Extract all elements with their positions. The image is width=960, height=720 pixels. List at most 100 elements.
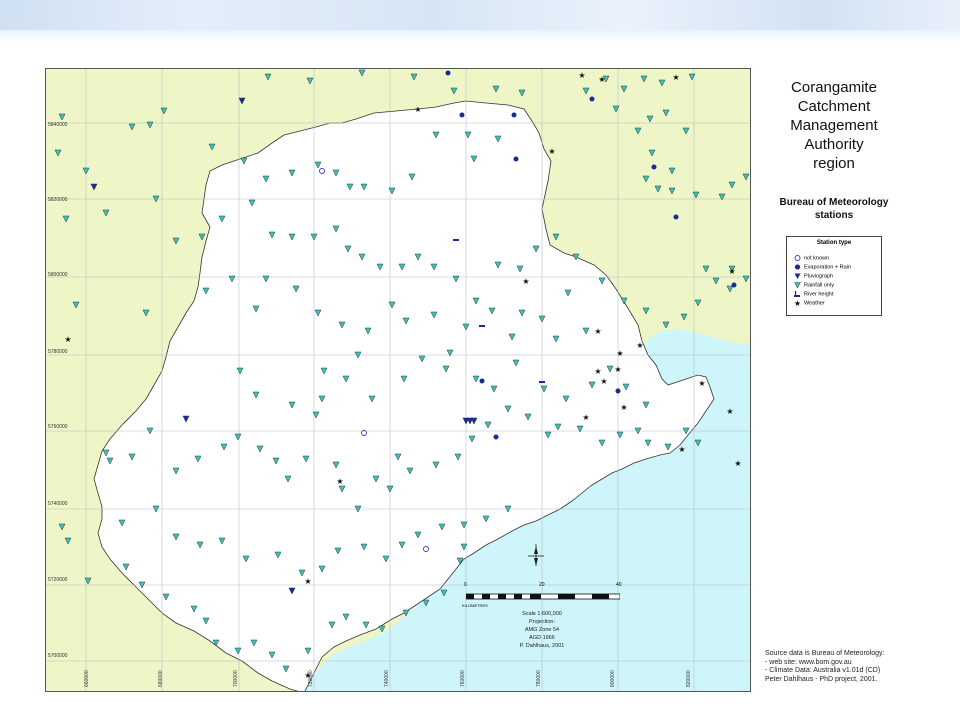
easting-label: 760000 [460, 670, 466, 687]
weather-station-marker: ★ [636, 341, 643, 350]
scale-text-1: Scale 1:600,000 [522, 611, 562, 617]
title-line: Corangamite [791, 79, 877, 96]
evaporation-station-marker [511, 112, 517, 118]
scale-text-5: P. Dahlhaus, 2001 [519, 643, 565, 649]
legend-item-not-known: not known [793, 254, 829, 262]
scale-label-40: 40 [616, 582, 622, 588]
evaporation-station-marker [673, 214, 679, 220]
weather-station-marker: ★ [548, 147, 555, 156]
northing-label: 5840000 [48, 122, 68, 128]
weather-station-marker: ★ [728, 267, 735, 276]
subtitle-line: Bureau of Meteorology [779, 197, 889, 208]
easting-label: 800000 [610, 670, 616, 687]
filled-triangle-icon [794, 273, 801, 279]
weather-station-marker: ★ [672, 73, 679, 82]
weather-station-marker: ★ [64, 335, 71, 344]
north-arrow-icon: N [528, 544, 544, 566]
map-title: Corangamite Catchment Management Authori… [766, 78, 902, 173]
easting-label: 660000 [84, 670, 90, 687]
weather-station-marker: ★ [594, 327, 601, 336]
northing-label: 5700000 [48, 653, 68, 659]
source-line: - Climate Data: Australia v1.01d (CD) [765, 667, 881, 674]
legend-label: not known [804, 255, 830, 262]
easting-label: 820000 [686, 670, 692, 687]
source-line: Peter Dahlhaus - PhD project, 2001. [765, 675, 878, 683]
scale-unit: KILOMETRES [462, 603, 488, 608]
header-banner [0, 0, 960, 42]
scale-label-20: 20 [539, 582, 545, 588]
northing-label: 5820000 [48, 197, 68, 203]
source-line: Source data is Bureau of Meteorology: [765, 650, 885, 657]
easting-label: 780000 [536, 670, 542, 687]
legend-item-weather: ★ Weather [793, 299, 825, 307]
scale-label-0: 0 [464, 582, 467, 588]
teal-triangle-icon [794, 282, 801, 289]
legend-item-rainfall: Rainfall only [793, 281, 834, 289]
svg-text:★: ★ [794, 299, 801, 307]
evaporation-station-marker [493, 434, 499, 440]
legend-label: River height [804, 291, 834, 298]
legend-label: Pluviograph [804, 273, 834, 280]
subtitle-line: stations [814, 210, 854, 221]
northing-label: 5800000 [48, 272, 68, 278]
easting-label: 680000 [158, 670, 164, 687]
northing-label: 5720000 [48, 577, 68, 583]
weather-station-marker: ★ [304, 577, 311, 586]
river-height-marker [539, 381, 545, 383]
evaporation-station-marker [445, 70, 451, 76]
northing-label: 5760000 [48, 424, 68, 430]
weather-station-marker: ★ [678, 445, 685, 454]
scale-bar: 0 20 40 KILOMETRES Scale 1:600,000 Proje… [462, 582, 622, 660]
map-subtitle: Bureau of Meteorology stations [762, 196, 906, 222]
weather-station-marker: ★ [616, 349, 623, 358]
weather-station-marker: ★ [698, 379, 705, 388]
scale-text-2: Projection: [529, 619, 555, 625]
weather-station-marker: ★ [578, 71, 585, 80]
legend-label: Evaporation + Rain [804, 264, 851, 271]
star-icon: ★ [794, 299, 801, 307]
northing-label: 5740000 [48, 501, 68, 507]
weather-station-marker: ★ [734, 459, 741, 468]
title-line: Authority [804, 136, 864, 153]
map-frame: ★ ★ ★ ★ ★ ★ ★ ★ ★ ★ ★ ★ ★ ★ ★ ★ ★ ★ ★ ★ ★ ★ ★ 5840000 5820000 … [45, 68, 751, 692]
title-line: Management [790, 117, 878, 134]
weather-station-marker: ★ [620, 403, 627, 412]
weather-station-marker: ★ [598, 75, 605, 84]
evaporation-station-marker [589, 96, 595, 102]
title-line: region [813, 155, 855, 172]
legend-item-evaporation: Evaporation + Rain [793, 263, 851, 271]
northing-label: 5780000 [48, 349, 68, 355]
filled-circle-icon [794, 264, 801, 270]
weather-station-marker: ★ [614, 365, 621, 374]
legend-item-river-height: River height [793, 290, 833, 298]
legend-label: Weather [804, 300, 825, 307]
easting-label: 700000 [233, 670, 239, 687]
weather-station-marker: ★ [522, 277, 529, 286]
source-note: Source data is Bureau of Meteorology: - … [765, 650, 945, 684]
weather-station-marker: ★ [414, 105, 421, 114]
scale-text-3: AMG Zone 54 [524, 627, 560, 633]
evaporation-station-marker [615, 388, 621, 394]
weather-station-marker: ★ [336, 477, 343, 486]
weather-station-marker: ★ [582, 413, 589, 422]
evaporation-station-marker [459, 112, 465, 118]
map-canvas: ★ ★★★★★★★★★★★★★★★★★★★★★★ [46, 69, 750, 691]
legend-label: Rainfall only [804, 282, 834, 289]
title-line: Catchment [797, 98, 871, 115]
evaporation-station-marker [513, 156, 519, 162]
weather-station-marker: ★ [594, 367, 601, 376]
source-line: - web site: www.bom.gov.au [765, 658, 852, 666]
scale-text-4: AGD 1966 [529, 635, 555, 641]
open-circle-icon [794, 255, 801, 261]
river-height-marker [453, 239, 459, 241]
easting-label: 720000 [308, 670, 314, 687]
legend-item-pluviograph: Pluviograph [793, 272, 833, 280]
evaporation-station-marker [731, 282, 737, 288]
map-legend: Station type not known Evaporation + Rai… [786, 236, 882, 316]
svg-text:N: N [535, 544, 537, 547]
weather-station-marker: ★ [600, 377, 607, 386]
easting-label: 740000 [384, 670, 390, 687]
river-height-marker [479, 325, 485, 327]
flag-icon [794, 291, 800, 297]
scale-bar-graphic [466, 593, 620, 600]
